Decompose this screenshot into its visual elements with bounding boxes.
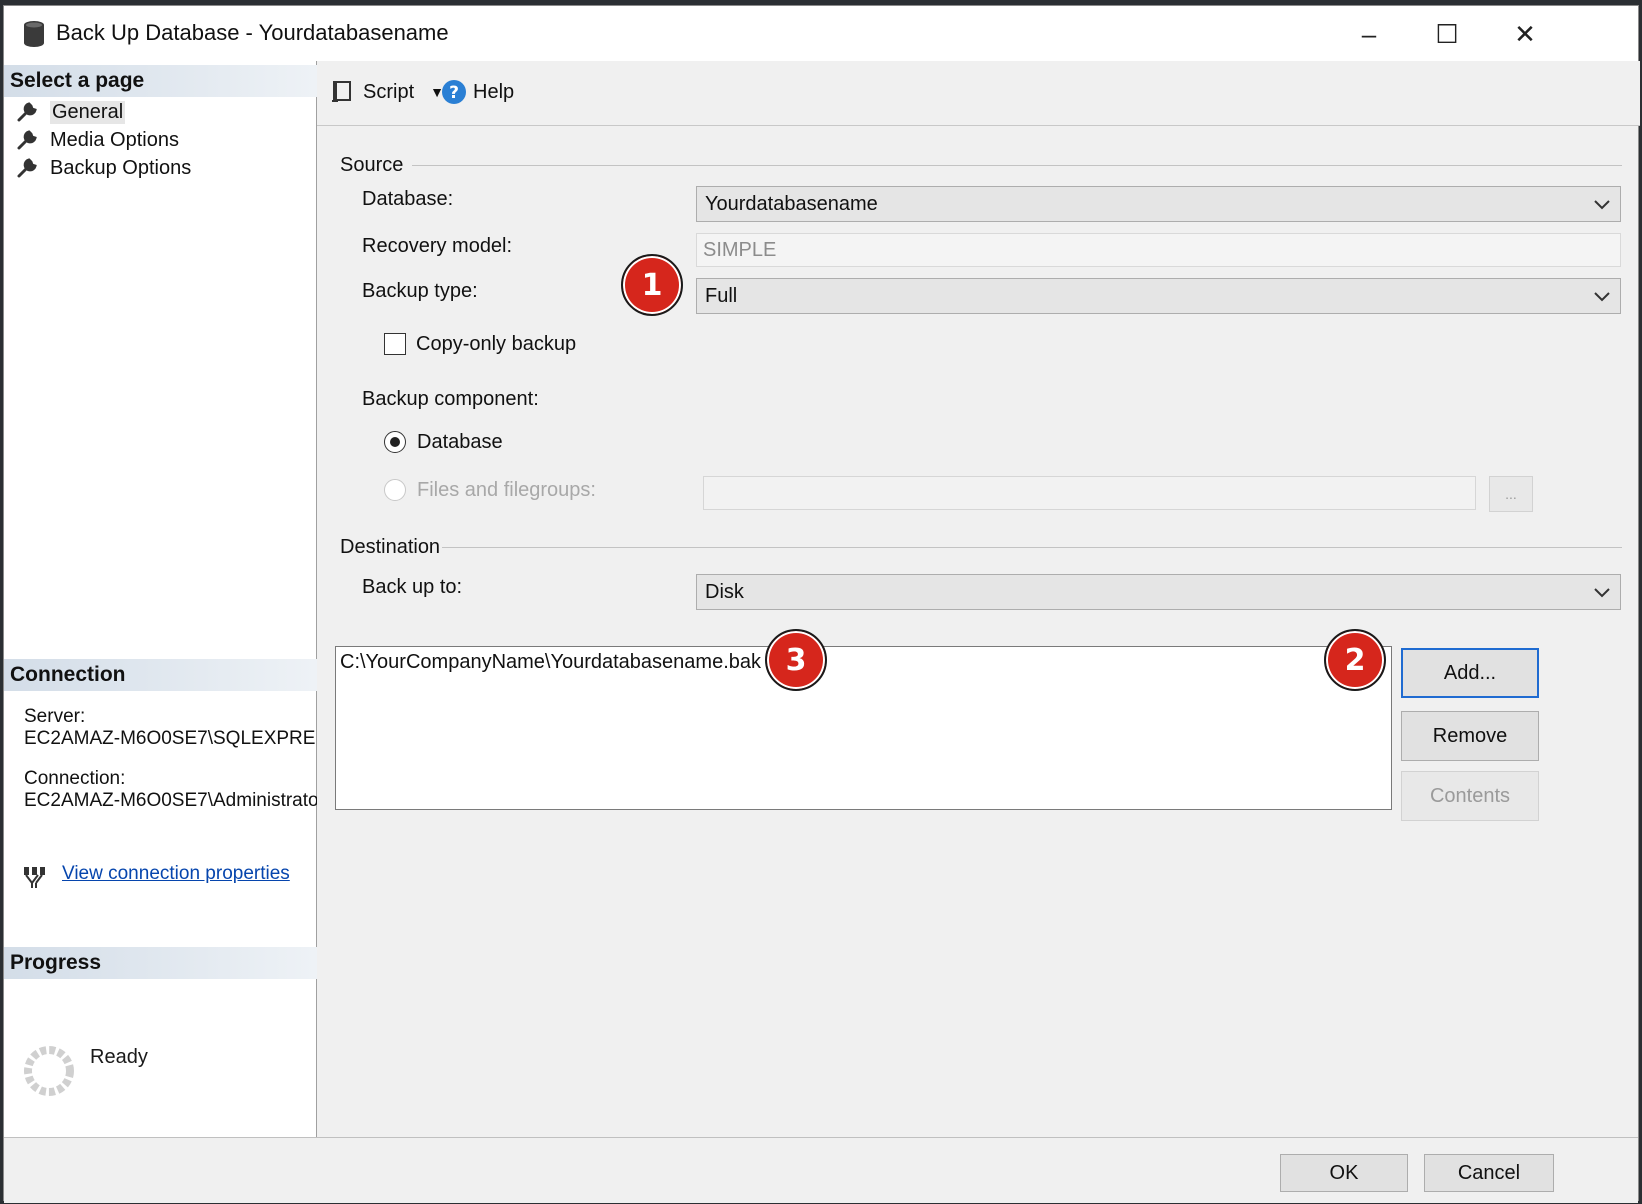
svg-text:?: ?	[449, 83, 459, 103]
chevron-down-icon	[1594, 200, 1610, 210]
remove-button[interactable]: Remove	[1401, 711, 1539, 761]
cancel-button[interactable]: Cancel	[1424, 1154, 1554, 1192]
files-filegroups-field	[703, 476, 1476, 510]
page-label-backup-options: Backup Options	[50, 156, 192, 179]
help-label: Help	[473, 80, 515, 103]
ok-button[interactable]: OK	[1280, 1154, 1408, 1192]
database-value: Yourdatabasename	[705, 193, 878, 215]
connection-label: Connection:	[24, 768, 126, 789]
list-item[interactable]: C:\YourCompanyName\Yourdatabasename.bak	[340, 651, 761, 674]
copy-only-label[interactable]: Copy-only backup	[416, 333, 576, 356]
server-label: Server:	[24, 706, 86, 727]
contents-button[interactable]: Contents	[1401, 771, 1539, 821]
progress-spinner-icon	[24, 1046, 74, 1096]
chevron-down-icon	[1594, 292, 1610, 302]
backup-type-value: Full	[705, 285, 738, 307]
database-icon	[24, 21, 44, 47]
script-label: Script	[363, 80, 415, 103]
backup-database-window: Back Up Database - Yourdatabasename – ☐ …	[3, 5, 1640, 1203]
view-connection-properties-link[interactable]: View connection properties	[62, 863, 290, 885]
script-button[interactable]: Script ▼	[329, 79, 444, 105]
back-up-to-label: Back up to:	[362, 576, 463, 598]
backup-type-label: Backup type:	[362, 280, 478, 302]
backup-type-dropdown[interactable]: Full	[696, 278, 1621, 314]
copy-only-checkbox[interactable]	[384, 333, 406, 355]
close-button[interactable]: ✕	[1490, 14, 1560, 54]
title-bar: Back Up Database - Yourdatabasename – ☐ …	[4, 6, 1638, 61]
progress-header: Progress	[4, 947, 317, 979]
connection-properties-icon	[24, 867, 45, 888]
page-label-media-options: Media Options	[50, 128, 179, 151]
minimize-icon: –	[1361, 18, 1377, 49]
close-icon: ✕	[1514, 18, 1536, 49]
window-title: Back Up Database - Yourdatabasename	[56, 20, 449, 45]
page-item-backup-options[interactable]: Backup Options	[16, 154, 191, 182]
annotation-badge-1: 1	[621, 254, 683, 316]
wrench-icon	[17, 102, 37, 122]
source-group-label: Source	[340, 154, 404, 176]
help-button[interactable]: ? Help	[441, 79, 514, 105]
database-dropdown[interactable]: Yourdatabasename	[696, 186, 1621, 222]
wrench-icon	[17, 158, 37, 178]
maximize-button[interactable]: ☐	[1412, 14, 1482, 54]
component-files-radio[interactable]	[384, 479, 406, 501]
annotation-badge-2: 2	[1324, 629, 1386, 691]
page-item-media-options[interactable]: Media Options	[16, 126, 179, 154]
progress-status: Ready	[90, 1046, 148, 1068]
page-item-general[interactable]: General	[16, 98, 126, 126]
component-database-radio[interactable]	[384, 431, 406, 453]
source-divider	[412, 165, 1622, 166]
recovery-model-label: Recovery model:	[362, 235, 513, 257]
recovery-model-field: SIMPLE	[696, 233, 1621, 267]
main-panel: Script ▼ ? Help Source Database: Yourdat…	[317, 61, 1640, 1137]
server-value: EC2AMAZ-M6O0SE7\SQLEXPRE	[24, 728, 316, 749]
files-browse-button[interactable]: ...	[1489, 476, 1533, 512]
database-label: Database:	[362, 188, 454, 210]
back-up-to-value: Disk	[705, 581, 744, 603]
component-database-label[interactable]: Database	[417, 431, 503, 454]
toolbar: Script ▼ ? Help	[317, 61, 1640, 126]
component-files-label: Files and filegroups:	[417, 479, 596, 501]
back-up-to-dropdown[interactable]: Disk	[696, 574, 1621, 610]
maximize-icon: ☐	[1435, 18, 1459, 49]
dialog-footer: OK Cancel	[4, 1137, 1638, 1203]
connection-value: EC2AMAZ-M6O0SE7\Administrato	[24, 790, 317, 811]
backup-component-label: Backup component:	[362, 388, 539, 410]
destination-divider	[442, 547, 1622, 548]
destination-group-label: Destination	[340, 536, 441, 558]
wrench-icon	[17, 130, 37, 150]
connection-header: Connection	[4, 659, 317, 691]
destination-files-list[interactable]: C:\YourCompanyName\Yourdatabasename.bak	[335, 646, 1392, 810]
add-button[interactable]: Add...	[1401, 648, 1539, 698]
select-page-header: Select a page	[4, 65, 317, 97]
chevron-down-icon	[1594, 588, 1610, 598]
minimize-button[interactable]: –	[1334, 14, 1404, 54]
left-panel: Select a page General Media Options Back…	[4, 61, 317, 1137]
page-label-general: General	[50, 100, 126, 124]
help-icon: ?	[442, 80, 466, 104]
script-icon	[332, 81, 351, 102]
annotation-badge-3: 3	[765, 629, 827, 691]
